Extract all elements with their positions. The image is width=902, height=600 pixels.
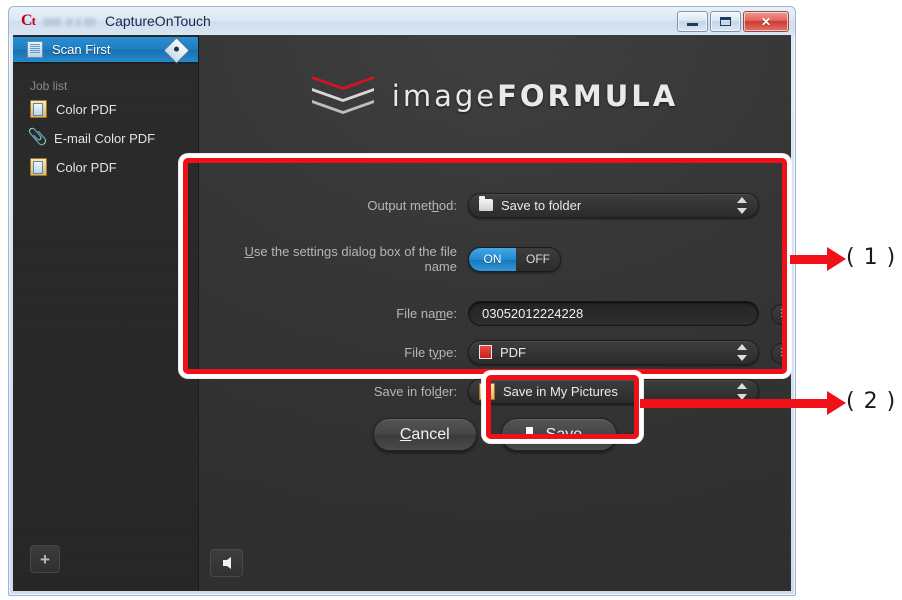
label-text-after: se the settings dialog box of the file n… xyxy=(253,244,457,274)
chevron-updown-icon xyxy=(737,343,747,361)
application-window: Ct CaptureOnTouch ✕ Scan First Job list xyxy=(8,6,796,596)
label-text-after: e: xyxy=(446,305,457,321)
output-method-label: Output method: xyxy=(209,198,468,213)
annotation-label-2: ( 2 ) xyxy=(846,389,897,414)
sidebar: Scan First Job list Color PDF 📎 E-mail C… xyxy=(13,35,199,591)
sidebar-job-item-2[interactable]: Color PDF xyxy=(13,154,198,180)
back-button[interactable] xyxy=(210,549,243,577)
file-name-value: 03052012224228 xyxy=(482,305,584,321)
label-mnemonic: d xyxy=(434,383,442,399)
annotation-arrow-2 xyxy=(640,391,846,415)
chevron-updown-icon xyxy=(737,196,747,214)
document-icon xyxy=(30,100,47,118)
annotation-label-1: ( 1 ) xyxy=(846,245,897,270)
maximize-button[interactable] xyxy=(710,11,741,32)
job-list-heading: Job list xyxy=(30,79,68,93)
minimize-button[interactable] xyxy=(677,11,708,32)
file-name-input[interactable]: 03052012224228 xyxy=(468,300,759,326)
save-in-folder-value: Save in My Pictures xyxy=(503,383,618,399)
imageformula-brand: imageFORMULA xyxy=(199,73,791,119)
sidebar-item-scan-first[interactable]: Scan First xyxy=(13,37,198,64)
output-method-select[interactable]: Save to folder xyxy=(468,192,759,218)
label-text-before: File t xyxy=(404,344,433,360)
file-name-label: File name: xyxy=(209,306,468,321)
label-text-before: Save in fol xyxy=(373,383,435,399)
output-method-value: Save to folder xyxy=(501,197,582,213)
main-panel: imageFORMULA Output method: Save to fold… xyxy=(199,35,791,591)
pdf-file-icon xyxy=(479,345,492,359)
toggle-off-option[interactable]: OFF xyxy=(516,247,560,271)
use-settings-dialog-label: Use the settings dialog box of the file … xyxy=(209,244,468,274)
close-button[interactable]: ✕ xyxy=(743,11,789,32)
save-in-folder-label: Save in folder: xyxy=(209,384,468,399)
save-label: ave xyxy=(556,425,583,443)
folder-icon xyxy=(479,196,493,211)
row-file-name: File name: 03052012224228 ⋮ xyxy=(209,298,791,328)
file-type-label: File type: xyxy=(209,345,468,360)
brand-wordmark: imageFORMULA xyxy=(392,79,678,113)
title-bar[interactable]: Ct CaptureOnTouch ✕ xyxy=(9,7,795,35)
download-arrow-icon xyxy=(521,426,537,443)
settings-form-group: Output method: Save to folder Use the se… xyxy=(209,190,791,406)
document-scan-icon xyxy=(27,41,43,58)
label-text-after: er: xyxy=(441,383,457,399)
sidebar-job-item-1[interactable]: 📎 E-mail Color PDF xyxy=(13,125,198,151)
label-text-after: pe: xyxy=(438,344,457,360)
chevron-updown-icon xyxy=(737,382,747,400)
use-settings-dialog-toggle[interactable]: ON OFF xyxy=(468,246,561,272)
action-buttons: Cancel Save xyxy=(199,418,791,451)
label-mnemonic: h xyxy=(431,197,439,213)
label-mnemonic: U xyxy=(244,244,254,259)
start-diamond-icon[interactable] xyxy=(163,37,190,64)
job-label: E-mail Color PDF xyxy=(54,130,156,146)
scan-first-label: Scan First xyxy=(52,42,111,57)
brand-prefix: image xyxy=(391,79,498,113)
window-controls: ✕ xyxy=(677,11,789,32)
toggle-on-option[interactable]: ON xyxy=(469,247,516,271)
label-text-before: Output met xyxy=(367,197,432,213)
save-mnemonic: S xyxy=(545,425,557,443)
label-text-after: od: xyxy=(438,197,457,213)
window-title: CaptureOnTouch xyxy=(105,13,211,29)
file-type-control: PDF ⋮ xyxy=(468,339,791,365)
cancel-label: ancel xyxy=(411,425,450,443)
document-icon xyxy=(30,158,47,176)
annotation-arrow-1 xyxy=(790,247,846,271)
row-file-type: File type: PDF ⋮ xyxy=(209,337,791,367)
sidebar-job-item-0[interactable]: Color PDF xyxy=(13,96,198,122)
cancel-button[interactable]: Cancel xyxy=(372,418,477,451)
back-arrow-icon xyxy=(222,557,231,569)
label-text-before: File na xyxy=(396,305,436,321)
file-name-control: 03052012224228 ⋮ xyxy=(468,300,791,326)
redacted-title-prefix xyxy=(43,18,101,27)
file-type-select[interactable]: PDF xyxy=(468,339,759,365)
output-method-control: Save to folder xyxy=(468,192,759,218)
job-label: Color PDF xyxy=(56,159,117,175)
close-icon: ✕ xyxy=(760,14,772,29)
row-use-settings-dialog: Use the settings dialog box of the file … xyxy=(209,244,777,274)
maximize-icon xyxy=(720,17,731,26)
file-type-options-button[interactable]: ⋮ xyxy=(771,342,791,364)
brand-suffix: FORMULA xyxy=(497,79,679,113)
screenshot-stage: Ct CaptureOnTouch ✕ Scan First Job list xyxy=(0,0,902,600)
use-settings-dialog-control: ON OFF xyxy=(468,246,561,272)
application-body: Scan First Job list Color PDF 📎 E-mail C… xyxy=(13,35,791,591)
pictures-folder-icon xyxy=(479,382,495,400)
captureontouch-logo-icon: Ct xyxy=(21,12,36,29)
paperclip-icon: 📎 xyxy=(27,129,48,146)
cancel-mnemonic: C xyxy=(399,425,412,443)
imageformula-chevron-logo-icon xyxy=(311,76,374,116)
save-button[interactable]: Save xyxy=(500,418,618,451)
job-label: Color PDF xyxy=(56,101,117,117)
label-mnemonic: m xyxy=(435,305,447,321)
file-name-options-button[interactable]: ⋮ xyxy=(771,303,791,325)
file-type-value: PDF xyxy=(500,344,526,360)
row-output-method: Output method: Save to folder xyxy=(209,190,777,220)
add-job-button[interactable]: + xyxy=(30,545,60,573)
minimize-icon xyxy=(687,23,698,26)
